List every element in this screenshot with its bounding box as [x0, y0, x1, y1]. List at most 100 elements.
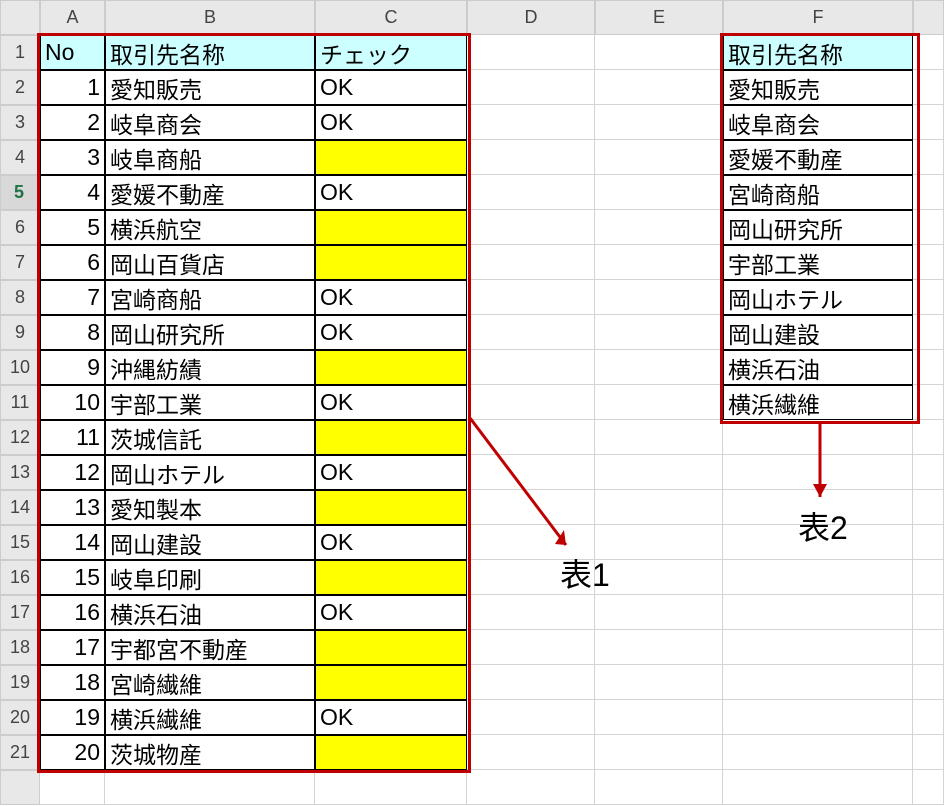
column-header[interactable]: C [315, 0, 467, 35]
row-header[interactable]: 8 [0, 280, 40, 315]
empty-cell[interactable] [595, 280, 723, 315]
row-header[interactable]: 17 [0, 595, 40, 630]
empty-cell[interactable] [913, 350, 944, 385]
table1-name-cell[interactable]: 岐阜商会 [105, 105, 315, 140]
empty-cell[interactable] [467, 35, 595, 70]
row-header[interactable]: 12 [0, 420, 40, 455]
column-header[interactable]: F [723, 0, 913, 35]
empty-cell[interactable] [913, 595, 944, 630]
table2-name-cell[interactable]: 横浜石油 [723, 350, 913, 385]
row-header[interactable]: 19 [0, 665, 40, 700]
row-header[interactable]: 7 [0, 245, 40, 280]
column-header[interactable]: B [105, 0, 315, 35]
table2-name-cell[interactable]: 愛知販売 [723, 70, 913, 105]
table1-no-cell[interactable]: 6 [40, 245, 105, 280]
empty-cell[interactable] [467, 245, 595, 280]
empty-cell[interactable] [913, 700, 944, 735]
empty-cell[interactable] [913, 280, 944, 315]
row-header[interactable]: 14 [0, 490, 40, 525]
empty-cell[interactable] [467, 385, 595, 420]
empty-cell[interactable] [595, 630, 723, 665]
empty-cell[interactable] [595, 245, 723, 280]
table2-name-cell[interactable]: 岡山建設 [723, 315, 913, 350]
empty-cell[interactable] [595, 105, 723, 140]
empty-cell[interactable] [913, 385, 944, 420]
table1-no-cell[interactable]: 18 [40, 665, 105, 700]
empty-cell[interactable] [595, 735, 723, 770]
table1-no-cell[interactable]: 4 [40, 175, 105, 210]
empty-cell[interactable] [913, 210, 944, 245]
empty-cell[interactable] [723, 595, 913, 630]
empty-cell[interactable] [913, 525, 944, 560]
empty-cell[interactable] [913, 665, 944, 700]
empty-cell[interactable] [467, 455, 595, 490]
table1-no-cell[interactable]: 13 [40, 490, 105, 525]
empty-cell[interactable] [467, 735, 595, 770]
empty-cell[interactable] [913, 70, 944, 105]
table1-check-cell[interactable]: OK [315, 595, 467, 630]
empty-cell[interactable] [595, 525, 723, 560]
empty-cell[interactable] [467, 630, 595, 665]
empty-cell[interactable] [913, 245, 944, 280]
table1-name-cell[interactable]: 愛媛不動産 [105, 175, 315, 210]
table1-header-cell[interactable]: No [40, 35, 105, 70]
table1-check-cell[interactable] [315, 245, 467, 280]
table1-check-cell[interactable]: OK [315, 280, 467, 315]
row-header[interactable] [0, 770, 40, 805]
empty-cell[interactable] [595, 420, 723, 455]
table1-name-cell[interactable]: 横浜石油 [105, 595, 315, 630]
table1-no-cell[interactable]: 14 [40, 525, 105, 560]
row-header[interactable]: 13 [0, 455, 40, 490]
table1-check-cell[interactable] [315, 665, 467, 700]
table1-check-cell[interactable]: OK [315, 175, 467, 210]
empty-cell[interactable] [595, 700, 723, 735]
empty-cell[interactable] [595, 315, 723, 350]
row-header[interactable]: 3 [0, 105, 40, 140]
table1-name-cell[interactable]: 岡山百貨店 [105, 245, 315, 280]
table1-name-cell[interactable]: 岐阜印刷 [105, 560, 315, 595]
table2-name-cell[interactable]: 横浜繊維 [723, 385, 913, 420]
table1-name-cell[interactable]: 横浜繊維 [105, 700, 315, 735]
table1-check-cell[interactable]: OK [315, 455, 467, 490]
table2-name-cell[interactable]: 岡山ホテル [723, 280, 913, 315]
empty-cell[interactable] [595, 770, 723, 805]
empty-cell[interactable] [595, 350, 723, 385]
empty-cell[interactable] [913, 735, 944, 770]
table1-name-cell[interactable]: 宇部工業 [105, 385, 315, 420]
table1-no-cell[interactable]: 5 [40, 210, 105, 245]
empty-cell[interactable] [467, 770, 595, 805]
empty-cell[interactable] [595, 455, 723, 490]
table2-name-cell[interactable]: 宮崎商船 [723, 175, 913, 210]
row-header[interactable]: 2 [0, 70, 40, 105]
row-header[interactable]: 9 [0, 315, 40, 350]
table1-check-cell[interactable] [315, 735, 467, 770]
table1-no-cell[interactable]: 17 [40, 630, 105, 665]
row-header[interactable]: 16 [0, 560, 40, 595]
empty-cell[interactable] [467, 70, 595, 105]
empty-cell[interactable] [913, 420, 944, 455]
empty-cell[interactable] [595, 35, 723, 70]
empty-cell[interactable] [467, 350, 595, 385]
table2-name-cell[interactable]: 岡山研究所 [723, 210, 913, 245]
empty-cell[interactable] [913, 175, 944, 210]
empty-cell[interactable] [467, 490, 595, 525]
empty-cell[interactable] [913, 105, 944, 140]
empty-cell[interactable] [913, 560, 944, 595]
table1-name-cell[interactable]: 沖縄紡績 [105, 350, 315, 385]
table1-check-cell[interactable]: OK [315, 105, 467, 140]
empty-cell[interactable] [913, 140, 944, 175]
table1-name-cell[interactable]: 岐阜商船 [105, 140, 315, 175]
empty-cell[interactable] [723, 560, 913, 595]
empty-cell[interactable] [723, 420, 913, 455]
empty-cell[interactable] [40, 770, 105, 805]
table1-no-cell[interactable]: 9 [40, 350, 105, 385]
table1-name-cell[interactable]: 横浜航空 [105, 210, 315, 245]
empty-cell[interactable] [595, 210, 723, 245]
table1-name-cell[interactable]: 茨城信託 [105, 420, 315, 455]
column-header[interactable]: A [40, 0, 105, 35]
empty-cell[interactable] [595, 70, 723, 105]
table1-no-cell[interactable]: 12 [40, 455, 105, 490]
empty-cell[interactable] [467, 105, 595, 140]
table1-no-cell[interactable]: 19 [40, 700, 105, 735]
empty-cell[interactable] [595, 490, 723, 525]
